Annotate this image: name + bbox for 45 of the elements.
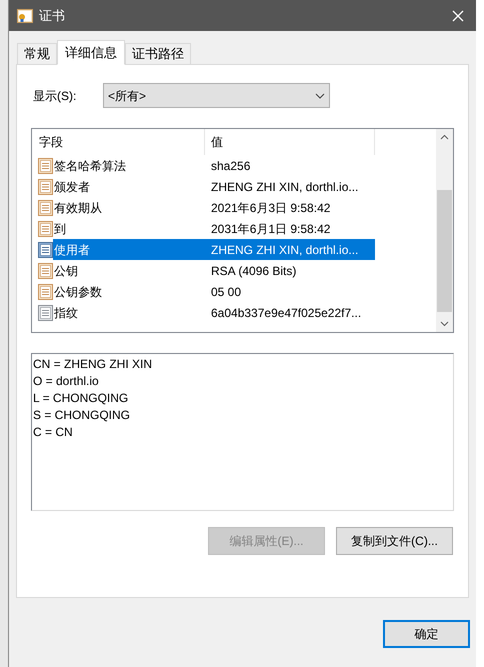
detail-line: L = CHONGQING — [33, 390, 130, 407]
field-value: sha256 — [210, 158, 252, 174]
tab[interactable]: 证书路径 — [125, 43, 191, 65]
field-value: 6a04b337e9e47f025e22f7... — [210, 304, 362, 322]
scrollbar[interactable] — [436, 129, 453, 332]
document-icon — [38, 220, 53, 236]
field-value: 05 00 — [210, 284, 242, 300]
column-header[interactable]: 值 — [205, 129, 375, 155]
field-value: ZHENG ZHI XIN, dorthl.io... — [205, 239, 375, 260]
field-name[interactable]: 颁发者 — [53, 178, 90, 196]
tab[interactable]: 常规 — [17, 43, 57, 65]
field-value: 2021年6月3日 9:58:42 — [210, 200, 332, 216]
detail-line: C = CN — [33, 424, 74, 441]
field-value: 2031年6月1日 9:58:42 — [210, 220, 332, 238]
show-label: 显示(S): — [32, 88, 78, 104]
window-title: 证书 — [39, 6, 65, 25]
show-dropdown[interactable]: <所有> — [103, 83, 330, 108]
field-value: ZHENG ZHI XIN, dorthl.io... — [210, 178, 360, 196]
close-icon[interactable] — [452, 10, 464, 22]
document-icon — [38, 200, 53, 216]
certificate-icon — [17, 8, 33, 22]
action-button[interactable]: 复制到文件(C)... — [336, 527, 453, 555]
document-icon — [38, 304, 53, 320]
scroll-thumb[interactable] — [437, 190, 452, 312]
chevron-down-icon — [315, 92, 325, 98]
document-icon — [38, 178, 53, 194]
detail-line: CN = ZHENG ZHI XIN — [33, 356, 154, 373]
document-icon — [38, 284, 53, 300]
document-icon — [38, 242, 53, 258]
field-name[interactable]: 公钥参数 — [53, 282, 102, 300]
field-name[interactable]: 有效期从 — [53, 198, 102, 216]
field-name[interactable]: 签名哈希算法 — [53, 156, 126, 174]
detail-line: O = dorthl.io — [33, 373, 100, 390]
field-name[interactable]: 到 — [53, 220, 66, 238]
detail-line: S = CHONGQING — [33, 407, 132, 424]
document-icon — [38, 262, 53, 278]
ok-button[interactable]: 确定 — [383, 620, 470, 648]
field-name[interactable]: 使用者 — [53, 239, 205, 260]
field-value: RSA (4096 Bits) — [210, 262, 298, 280]
details-box[interactable]: CN = ZHENG ZHI XIN O = dorthl.io L = CHONGQING S = CHONGQING C = CN — [31, 353, 454, 511]
column-header[interactable]: 字段 — [32, 129, 205, 155]
tab[interactable]: 详细信息 — [57, 40, 125, 65]
field-name[interactable]: 公钥 — [53, 262, 78, 280]
field-name[interactable]: 指纹 — [53, 304, 78, 322]
document-icon — [38, 158, 53, 174]
